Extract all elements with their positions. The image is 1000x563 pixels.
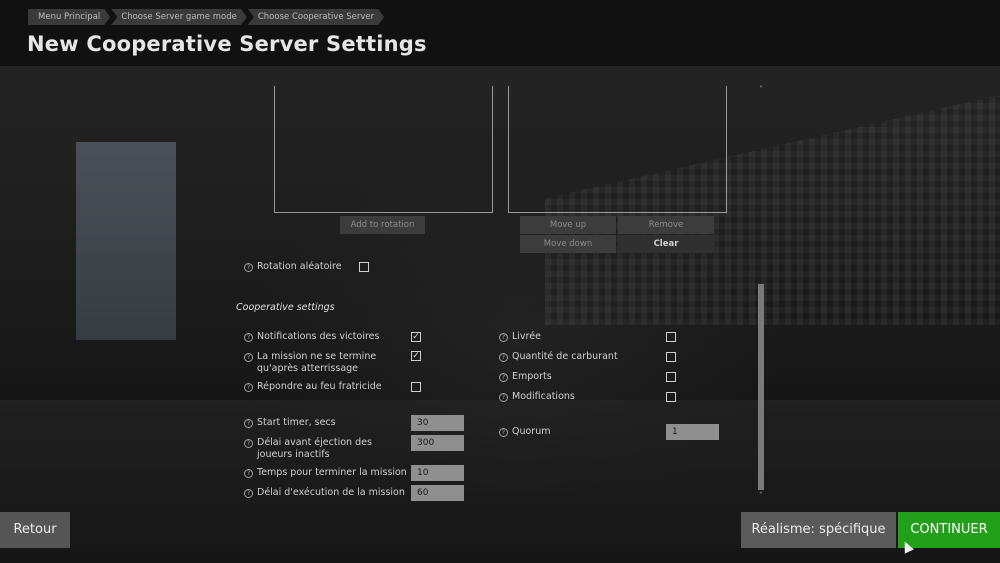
mission-execution-time-input[interactable]: 60 — [411, 485, 464, 501]
livery-row: ? Livrée — [499, 331, 541, 343]
clear-button[interactable]: Clear — [618, 235, 714, 253]
help-icon[interactable]: ? — [244, 263, 253, 272]
add-to-rotation-button[interactable]: Add to rotation — [340, 216, 425, 234]
mission-list-box[interactable] — [274, 86, 493, 213]
help-icon[interactable]: ? — [499, 373, 508, 382]
realism-button[interactable]: Réalisme: spécifique — [741, 512, 896, 548]
help-icon[interactable]: ? — [499, 333, 508, 342]
scrollbar[interactable]: ˄ ˅ — [757, 86, 765, 500]
breadcrumb-server-game-mode[interactable]: Choose Server game mode — [111, 9, 247, 25]
hangar-background — [0, 0, 1000, 563]
modifications-row: ? Modifications — [499, 391, 575, 403]
remove-button[interactable]: Remove — [618, 216, 714, 234]
cooperative-settings-title: Cooperative settings — [236, 302, 335, 313]
mission-end-landing-checkbox[interactable]: ✓ — [411, 351, 421, 361]
start-timer-row: ? Start timer, secs — [244, 417, 336, 429]
scroll-up-icon[interactable]: ˄ — [757, 86, 765, 94]
help-icon[interactable]: ? — [244, 353, 253, 362]
mission-execution-time-row: ? Délai d'exécution de la mission — [244, 487, 405, 499]
fuel-quantity-label: Quantité de carburant — [512, 351, 618, 362]
mission-finish-time-label: Temps pour terminer la mission — [257, 467, 407, 478]
breadcrumb: Menu Principal Choose Server game mode C… — [28, 9, 385, 25]
help-icon[interactable]: ? — [499, 393, 508, 402]
victory-notifications-checkbox[interactable]: ✓ — [411, 332, 421, 342]
help-icon[interactable]: ? — [244, 419, 253, 428]
idle-kick-label: Délai avant éjection des joueurs inactif… — [257, 437, 372, 460]
start-timer-input[interactable]: 30 — [411, 415, 464, 431]
help-icon[interactable]: ? — [244, 489, 253, 498]
payloads-checkbox[interactable] — [666, 372, 676, 382]
background-light-panel — [76, 142, 176, 340]
victory-notifications-label: Notifications des victoires — [257, 331, 380, 342]
move-down-button[interactable]: Move down — [520, 235, 616, 253]
idle-kick-input[interactable]: 300 — [411, 435, 464, 451]
payloads-row: ? Emports — [499, 371, 552, 383]
start-timer-label: Start timer, secs — [257, 417, 336, 428]
back-button[interactable]: Retour — [0, 512, 70, 548]
mission-end-landing-label: La mission ne se termine qu'après atterr… — [257, 351, 377, 374]
mission-end-landing-row: ? La mission ne se termine qu'après atte… — [244, 351, 404, 375]
random-rotation-label: Rotation aléatoire — [257, 261, 342, 272]
help-icon[interactable]: ? — [244, 333, 253, 342]
help-icon[interactable]: ? — [244, 383, 253, 392]
quorum-label: Quorum — [512, 426, 551, 437]
breadcrumb-main-menu[interactable]: Menu Principal — [28, 9, 110, 25]
fuel-quantity-checkbox[interactable] — [666, 352, 676, 362]
scroll-down-icon[interactable]: ˅ — [757, 492, 765, 500]
help-icon[interactable]: ? — [244, 469, 253, 478]
victory-notifications-row: ? Notifications des victoires — [244, 331, 379, 343]
help-icon[interactable]: ? — [244, 439, 253, 448]
quorum-input[interactable]: 1 — [666, 424, 719, 440]
page-title: New Cooperative Server Settings — [27, 32, 427, 56]
move-up-button[interactable]: Move up — [520, 216, 616, 234]
help-icon[interactable]: ? — [499, 353, 508, 362]
friendly-fire-label: Répondre au feu fratricide — [257, 381, 382, 392]
modifications-checkbox[interactable] — [666, 392, 676, 402]
scrollbar-thumb[interactable] — [758, 284, 764, 490]
livery-checkbox[interactable] — [666, 332, 676, 342]
friendly-fire-row: ? Répondre au feu fratricide — [244, 381, 382, 393]
help-icon[interactable]: ? — [499, 428, 508, 437]
rotation-list-box[interactable] — [508, 86, 727, 213]
payloads-label: Emports — [512, 371, 552, 382]
friendly-fire-checkbox[interactable] — [411, 382, 421, 392]
livery-label: Livrée — [512, 331, 541, 342]
fuel-quantity-row: ? Quantité de carburant — [499, 351, 618, 363]
breadcrumb-cooperative-server[interactable]: Choose Cooperative Server — [248, 9, 384, 25]
modifications-label: Modifications — [512, 391, 575, 402]
mission-finish-time-row: ? Temps pour terminer la mission — [244, 467, 407, 479]
mission-execution-time-label: Délai d'exécution de la mission — [257, 487, 405, 498]
random-rotation-checkbox[interactable] — [359, 262, 369, 272]
header: Menu Principal Choose Server game mode C… — [0, 0, 1000, 66]
mission-finish-time-input[interactable]: 10 — [411, 465, 464, 481]
idle-kick-row: ? Délai avant éjection des joueurs inact… — [244, 437, 404, 461]
continue-button[interactable]: CONTINUER — [898, 512, 1000, 548]
quorum-row: ? Quorum — [499, 426, 551, 438]
random-rotation-row: ? Rotation aléatoire — [244, 261, 342, 273]
